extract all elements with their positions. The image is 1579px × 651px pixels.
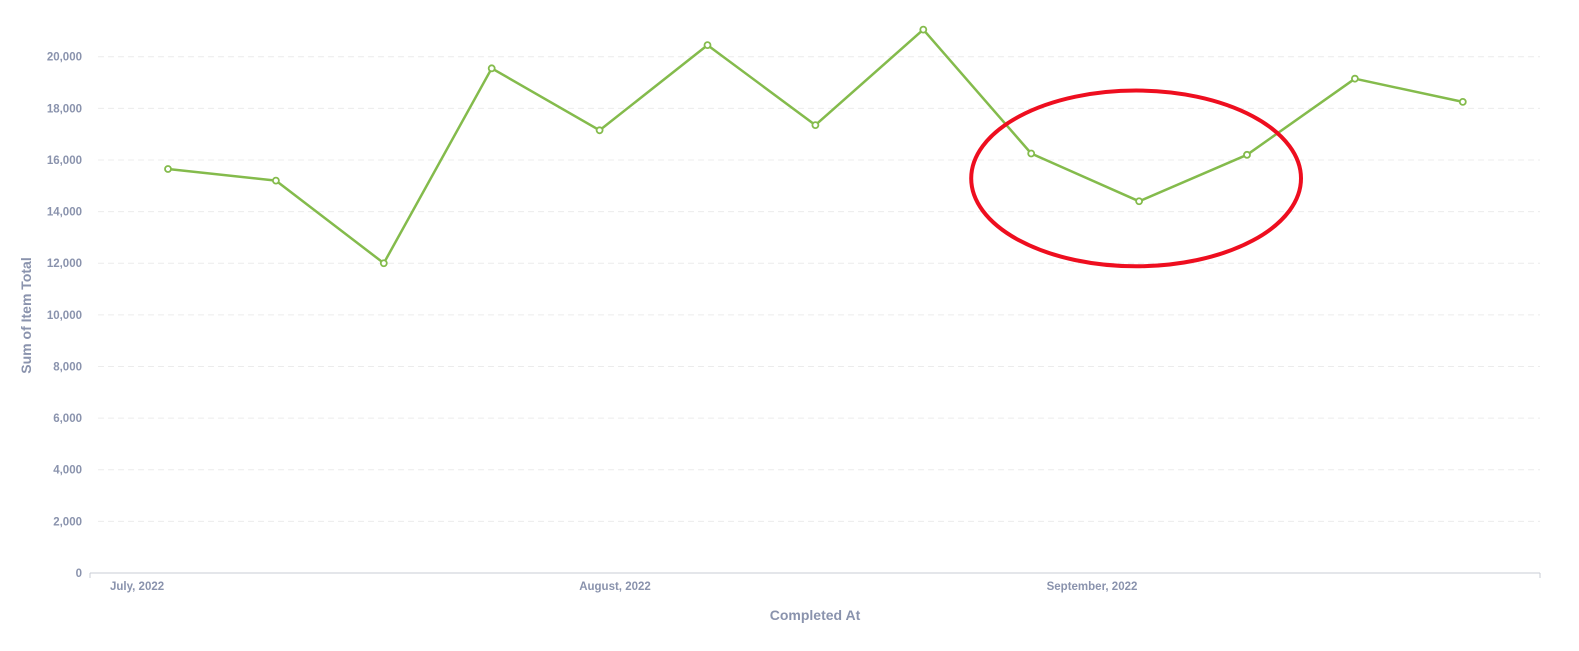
y-tick-labels: 0 2,000 4,000 6,000 8,000 10,000 12,000 14,000 1… [47,52,82,580]
x-tick-label: August, 2022 [579,581,651,593]
data-point[interactable] [1027,149,1036,158]
y-tick-label: 16,000 [47,155,82,167]
data-point[interactable] [1458,97,1467,106]
data-point[interactable] [919,25,928,34]
y-tick-label: 8,000 [53,361,82,373]
data-point[interactable] [1135,197,1143,206]
x-tick-label: July, 2022 [110,581,164,593]
data-point[interactable] [1351,74,1359,83]
y-tick-label: 4,000 [53,465,82,477]
chart-svg: Sum of Item Total Completed At 0 2,000 4,0… [18,25,1541,623]
y-tick-label: 0 [76,568,82,580]
line-chart: Sum of Item Total Completed At 0 2,000 4,0… [0,0,1579,651]
data-point[interactable] [487,64,496,73]
series-line [167,28,1464,265]
x-axis-title: Completed At [770,607,861,623]
y-tick-label: 10,000 [47,310,82,322]
y-axis-title: Sum of Item Total [18,257,34,373]
axis-layer: Sum of Item Total Completed At [18,257,1541,623]
data-point[interactable] [271,176,280,185]
y-tick-label: 18,000 [47,103,82,115]
y-tick-label: 14,000 [47,207,82,219]
data-point[interactable] [164,165,172,173]
data-point[interactable] [1243,150,1251,159]
y-tick-label: 6,000 [53,413,82,425]
data-point[interactable] [595,126,604,135]
y-tick-label: 2,000 [53,516,82,528]
x-tick-labels: July, 2022 August, 2022 September, 2022 [110,581,1137,593]
y-tick-label: 20,000 [47,52,82,64]
y-tick-label: 12,000 [47,258,82,270]
data-point[interactable] [703,41,712,50]
x-tick-label: September, 2022 [1047,581,1138,593]
annotation-layer [969,88,1303,269]
highlight-ellipse [969,88,1303,269]
data-point[interactable] [379,259,388,268]
data-point[interactable] [811,121,820,130]
